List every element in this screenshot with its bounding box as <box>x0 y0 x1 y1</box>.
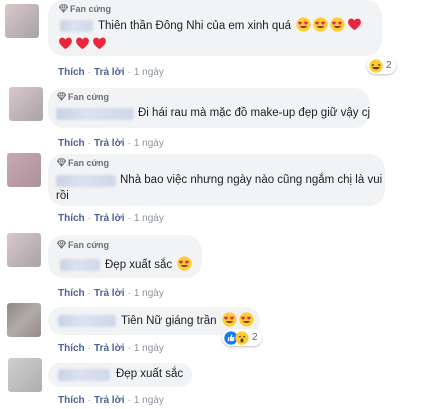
commenter-name-blurred[interactable] <box>56 108 134 120</box>
comment-time[interactable]: 1 ngày <box>134 138 164 149</box>
wow-reaction-icon <box>235 330 249 345</box>
reaction-count: 2 <box>252 332 258 343</box>
heart-eyes-emoji <box>222 312 237 327</box>
reply-link[interactable]: Trả lời <box>94 138 124 149</box>
fan-badge: Fan cứng <box>57 92 109 102</box>
comment-text: Đi hái rau mà mặc đồ make-up đẹp giữ vậy… <box>138 107 371 119</box>
avatar[interactable] <box>9 87 43 121</box>
fan-badge: Fan cứng <box>57 158 109 168</box>
red-heart-emoji <box>58 36 73 51</box>
avatar[interactable] <box>8 358 42 392</box>
comment-text: Đẹp xuất sắc <box>105 256 192 274</box>
reply-link[interactable]: Trả lời <box>94 67 124 78</box>
heart-eyes-emoji <box>177 256 192 271</box>
heart-eyes-emoji <box>330 17 345 32</box>
heart-eyes-emoji <box>239 312 254 327</box>
like-link[interactable]: Thích <box>58 288 85 299</box>
fan-badge: Fan cứng <box>57 240 109 250</box>
commenter-name-blurred[interactable] <box>60 20 93 32</box>
avatar[interactable] <box>7 153 41 187</box>
reaction-summary[interactable]: 2 <box>367 57 396 74</box>
comment-actions: Thích · Trả lời · 1 ngày <box>58 395 164 406</box>
heart-eyes-emoji <box>313 17 328 32</box>
comment-time[interactable]: 1 ngày <box>134 395 164 406</box>
commenter-name-blurred[interactable] <box>58 369 110 381</box>
reply-link[interactable]: Trả lời <box>94 395 124 406</box>
commenter-name-blurred[interactable] <box>58 315 116 327</box>
laugh-reaction-icon <box>369 58 383 73</box>
comment-text: Thiên thần Đông Nhi của em xinh quá <box>98 17 362 35</box>
comment-text: Tiên Nữ giáng trần <box>121 312 254 330</box>
like-link[interactable]: Thích <box>58 138 85 149</box>
red-heart-emoji <box>347 17 362 32</box>
comment-actions: Thích · Trả lời · 1 ngày <box>58 67 164 78</box>
diamond-icon <box>57 240 66 249</box>
comment-time[interactable]: 1 ngày <box>134 67 164 78</box>
commenter-name-blurred[interactable] <box>60 259 100 271</box>
reaction-summary[interactable]: 2 <box>222 329 262 346</box>
avatar[interactable] <box>7 303 41 337</box>
reply-link[interactable]: Trả lời <box>94 288 124 299</box>
diamond-icon <box>57 158 66 167</box>
reply-link[interactable]: Trả lời <box>94 213 124 224</box>
comment-text: Nhà bao việc nhưng ngày nào cũng ngắm ch… <box>120 174 383 186</box>
reply-link[interactable]: Trả lời <box>94 343 124 354</box>
commenter-name-blurred[interactable] <box>56 175 116 187</box>
like-link[interactable]: Thích <box>58 67 85 78</box>
comment-actions: Thích · Trả lời · 1 ngày <box>58 213 164 224</box>
red-heart-emoji <box>92 36 107 51</box>
comment-time[interactable]: 1 ngày <box>134 213 164 224</box>
comment-actions: Thích · Trả lời · 1 ngày <box>58 138 164 149</box>
like-link[interactable]: Thích <box>58 213 85 224</box>
reaction-count: 2 <box>386 60 392 71</box>
fan-badge: Fan cứng <box>59 4 111 14</box>
comment-text-line2: rồi <box>56 190 69 202</box>
avatar[interactable] <box>5 4 39 38</box>
comment-time[interactable]: 1 ngày <box>134 343 164 354</box>
comment-text-line2 <box>56 36 107 54</box>
comment-time[interactable]: 1 ngày <box>134 288 164 299</box>
like-link[interactable]: Thích <box>58 343 85 354</box>
avatar[interactable] <box>7 233 41 267</box>
diamond-icon <box>59 4 68 13</box>
comment-actions: Thích · Trả lời · 1 ngày <box>58 343 164 354</box>
diamond-icon <box>57 92 66 101</box>
heart-eyes-emoji <box>296 17 311 32</box>
like-link[interactable]: Thích <box>58 395 85 406</box>
comment-actions: Thích · Trả lời · 1 ngày <box>58 288 164 299</box>
red-heart-emoji <box>75 36 90 51</box>
comment-text: Đẹp xuất sắc <box>116 368 184 380</box>
